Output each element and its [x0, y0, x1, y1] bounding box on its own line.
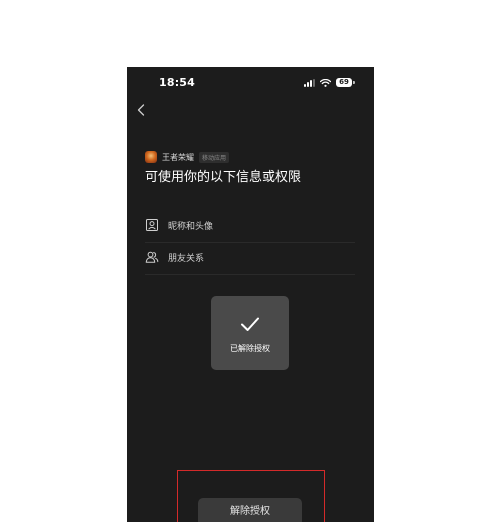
profile-card-icon: [145, 218, 159, 232]
page-title: 可使用你的以下信息或权限: [145, 170, 302, 185]
toast: 已解除授权: [211, 296, 289, 370]
battery-icon: 69: [336, 78, 355, 87]
permission-item-nickname-avatar[interactable]: 昵称和头像: [145, 216, 355, 234]
app-info: 王者荣耀 移动应用: [145, 150, 230, 164]
permission-label: 朋友关系: [168, 253, 205, 264]
divider: [145, 242, 355, 243]
phone-screen: 18:54 69 王者荣耀 移动应用 可使用你的以下信息或权限 昵称和头像 朋友…: [127, 67, 374, 522]
friends-icon: [145, 250, 159, 264]
highlight-box: [177, 470, 325, 522]
checkmark-icon: [239, 313, 261, 335]
app-name: 王者荣耀: [162, 152, 194, 162]
back-button[interactable]: [133, 101, 151, 119]
status-bar: 18:54 69: [127, 67, 374, 99]
app-logo: [145, 151, 157, 163]
permission-label: 昵称和头像: [168, 221, 214, 232]
app-tag: 移动应用: [199, 151, 230, 163]
wifi-icon: [320, 78, 331, 87]
permission-item-friends[interactable]: 朋友关系: [145, 248, 355, 266]
status-icons: 69: [304, 78, 355, 87]
page: 18:54 69 王者荣耀 移动应用 可使用你的以下信息或权限 昵称和头像 朋友…: [0, 0, 500, 522]
divider: [145, 274, 355, 275]
toast-message: 已解除授权: [230, 344, 270, 353]
status-time: 18:54: [159, 76, 196, 89]
chevron-left-icon: [133, 101, 151, 119]
signal-icon: [304, 78, 315, 87]
